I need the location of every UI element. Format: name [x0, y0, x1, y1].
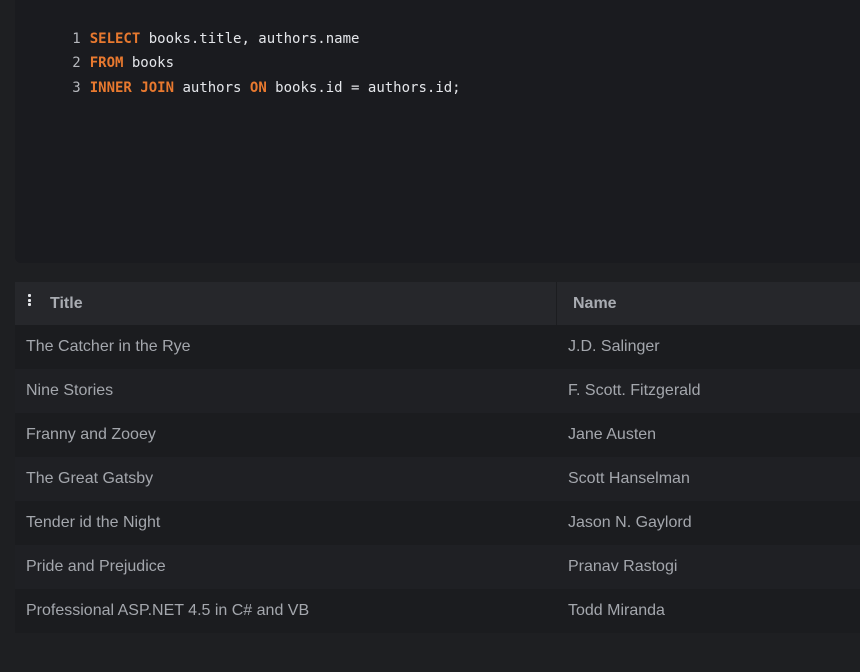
table-row[interactable]: Nine Stories F. Scott. Fitzgerald: [15, 369, 860, 413]
code-text: authors: [174, 80, 250, 96]
table-row[interactable]: Professional ASP.NET 4.5 in C# and VB To…: [15, 589, 860, 633]
cell-title: The Great Gatsby: [26, 470, 154, 487]
table-row[interactable]: The Catcher in the Rye J.D. Salinger: [15, 325, 860, 369]
cell-name: Todd Miranda: [568, 602, 665, 619]
table-row[interactable]: Franny and Zooey Jane Austen: [15, 413, 860, 457]
cell-title: Professional ASP.NET 4.5 in C# and VB: [26, 602, 310, 619]
code-line-2: 2 FROM books: [15, 27, 174, 71]
keyword-join: JOIN: [140, 80, 175, 96]
cell-title: Nine Stories: [26, 382, 114, 399]
cell-name: Jason N. Gaylord: [568, 514, 692, 531]
cell-name: Pranav Rastogi: [568, 558, 678, 575]
column-header-name[interactable]: Name: [557, 282, 860, 325]
column-header-label: Name: [573, 294, 617, 312]
column-header-label: Title: [50, 294, 83, 312]
keyword-inner: INNER: [89, 80, 132, 96]
cell-title: Franny and Zooey: [26, 426, 156, 443]
vertical-ellipsis-icon[interactable]: [28, 294, 32, 306]
table-row[interactable]: The Great Gatsby Scott Hanselman: [15, 457, 860, 501]
cell-name: Scott Hanselman: [568, 470, 690, 487]
cell-title: Tender id the Night: [26, 514, 161, 531]
table-row[interactable]: Tender id the Night Jason N. Gaylord: [15, 501, 860, 545]
code-text: books.id = authors.id;: [266, 80, 461, 96]
cell-title: The Catcher in the Rye: [26, 338, 191, 355]
results-table: Title Name The Catcher in the Rye J.D. S…: [15, 282, 860, 633]
code-line-1: 1 SELECT books.title, authors.name: [15, 3, 359, 47]
line-number: 3: [72, 80, 81, 96]
table-row[interactable]: Pride and Prejudice Pranav Rastogi: [15, 545, 860, 589]
cell-name: F. Scott. Fitzgerald: [568, 382, 701, 399]
cell-name: J.D. Salinger: [568, 338, 660, 355]
cell-title: Pride and Prejudice: [26, 558, 166, 575]
table-body: The Catcher in the Rye J.D. Salinger Nin…: [15, 325, 860, 633]
keyword-on: ON: [249, 80, 267, 96]
code-line-3: 3 INNER JOIN authors ON books.id = author…: [15, 52, 460, 96]
column-header-title[interactable]: Title: [15, 282, 557, 325]
sql-editor[interactable]: 1 SELECT books.title, authors.name 2 FROM …: [15, 0, 860, 263]
table-header: Title Name: [15, 282, 860, 325]
cell-name: Jane Austen: [568, 426, 657, 443]
